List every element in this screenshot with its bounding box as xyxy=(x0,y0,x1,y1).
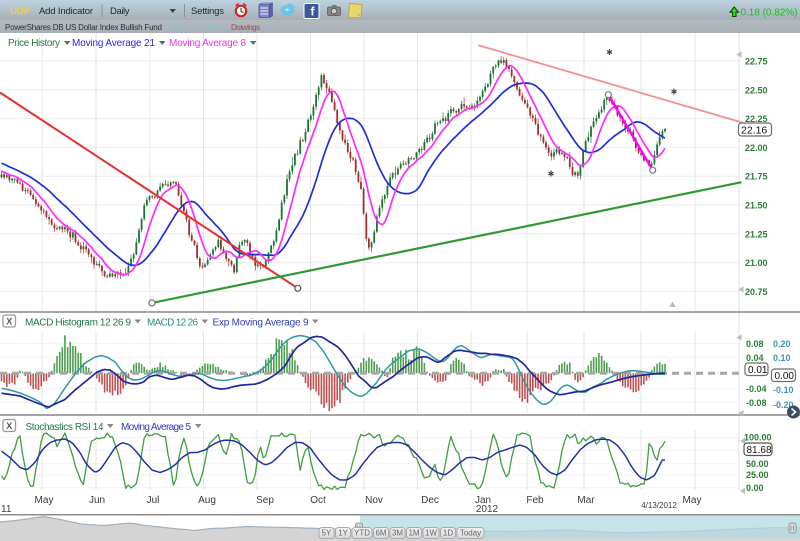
svg-text:Moving Average 21: Moving Average 21 xyxy=(72,38,155,49)
svg-text:MACD 12 26: MACD 12 26 xyxy=(147,318,198,329)
svg-text:22.75: 22.75 xyxy=(745,57,768,67)
svg-text:-0.04: -0.04 xyxy=(746,384,767,394)
svg-text:25.00: 25.00 xyxy=(746,470,769,480)
svg-text:2012: 2012 xyxy=(476,504,499,515)
svg-text:0.04: 0.04 xyxy=(746,353,764,363)
svg-text:22.16: 22.16 xyxy=(741,125,767,137)
svg-text:✱: ✱ xyxy=(548,170,555,179)
svg-text:81.68: 81.68 xyxy=(747,445,772,456)
svg-text:1Y: 1Y xyxy=(338,529,348,538)
svg-text:Drawings: Drawings xyxy=(231,23,260,32)
svg-text:0.08: 0.08 xyxy=(746,339,764,349)
svg-text:Exp Moving Average 9: Exp Moving Average 9 xyxy=(213,318,309,329)
svg-text:0.18 (0.82%): 0.18 (0.82%) xyxy=(741,8,798,19)
svg-text:Settings: Settings xyxy=(191,6,224,17)
svg-text:Oct: Oct xyxy=(310,495,326,506)
svg-text:Dec: Dec xyxy=(421,495,439,506)
svg-text:Add Indicator: Add Indicator xyxy=(39,6,93,17)
svg-text:21.00: 21.00 xyxy=(745,258,768,268)
svg-text:0.20: 0.20 xyxy=(773,339,791,349)
svg-text:Jul: Jul xyxy=(147,495,160,506)
svg-text:100.00: 100.00 xyxy=(744,433,772,443)
svg-text:MACD Histogram 12 26 9: MACD Histogram 12 26 9 xyxy=(25,318,131,329)
svg-text:0.00: 0.00 xyxy=(746,483,764,493)
svg-text:-0.10: -0.10 xyxy=(773,385,794,395)
svg-text:50.00: 50.00 xyxy=(746,459,769,469)
svg-text:11: 11 xyxy=(1,504,12,515)
svg-text:21.25: 21.25 xyxy=(745,229,768,239)
svg-text:Price History: Price History xyxy=(8,38,60,49)
svg-text:Add to Portfolio: Add to Portfolio xyxy=(166,23,221,32)
svg-text:5Y: 5Y xyxy=(322,529,332,538)
svg-text:Sep: Sep xyxy=(256,495,274,506)
svg-text:✱: ✱ xyxy=(606,48,613,57)
svg-text:22.50: 22.50 xyxy=(745,85,768,95)
svg-text:0.10: 0.10 xyxy=(773,353,791,363)
svg-text:4/13/2012: 4/13/2012 xyxy=(641,501,677,510)
svg-text:Stochastics RSI 14: Stochastics RSI 14 xyxy=(26,422,104,433)
svg-text:✱: ✱ xyxy=(671,88,678,97)
svg-text:3M: 3M xyxy=(392,529,403,538)
svg-text:YTD: YTD xyxy=(354,529,370,538)
svg-text:1W: 1W xyxy=(425,529,437,538)
svg-text:May: May xyxy=(683,495,702,506)
svg-text:Nov: Nov xyxy=(365,495,383,506)
svg-text:1D: 1D xyxy=(443,529,453,538)
svg-text:21.75: 21.75 xyxy=(745,172,768,182)
svg-text:Daily: Daily xyxy=(110,6,130,17)
svg-text:0.01: 0.01 xyxy=(748,365,768,376)
svg-text:Aug: Aug xyxy=(198,495,216,506)
svg-text:Mar: Mar xyxy=(577,495,595,506)
svg-text:UUP: UUP xyxy=(10,6,31,17)
svg-text:PowerShares DB US Dollar Index: PowerShares DB US Dollar Index Bullish F… xyxy=(5,23,162,32)
svg-text:20.75: 20.75 xyxy=(745,287,768,297)
svg-text:21.50: 21.50 xyxy=(745,201,768,211)
svg-text:Moving Average 8: Moving Average 8 xyxy=(169,38,246,49)
svg-text:22.00: 22.00 xyxy=(745,143,768,153)
svg-text:Jun: Jun xyxy=(89,495,105,506)
svg-text:1M: 1M xyxy=(408,529,419,538)
svg-text:May: May xyxy=(35,495,54,506)
svg-text:0.00: 0.00 xyxy=(775,371,795,382)
svg-text:X: X xyxy=(6,317,12,327)
svg-text:-0.08: -0.08 xyxy=(746,398,767,408)
svg-text:6M: 6M xyxy=(375,529,386,538)
svg-text:X: X xyxy=(6,421,12,431)
svg-text:Moving Average 5: Moving Average 5 xyxy=(121,422,191,433)
svg-text:Feb: Feb xyxy=(526,495,544,506)
svg-text:Today: Today xyxy=(460,529,481,538)
